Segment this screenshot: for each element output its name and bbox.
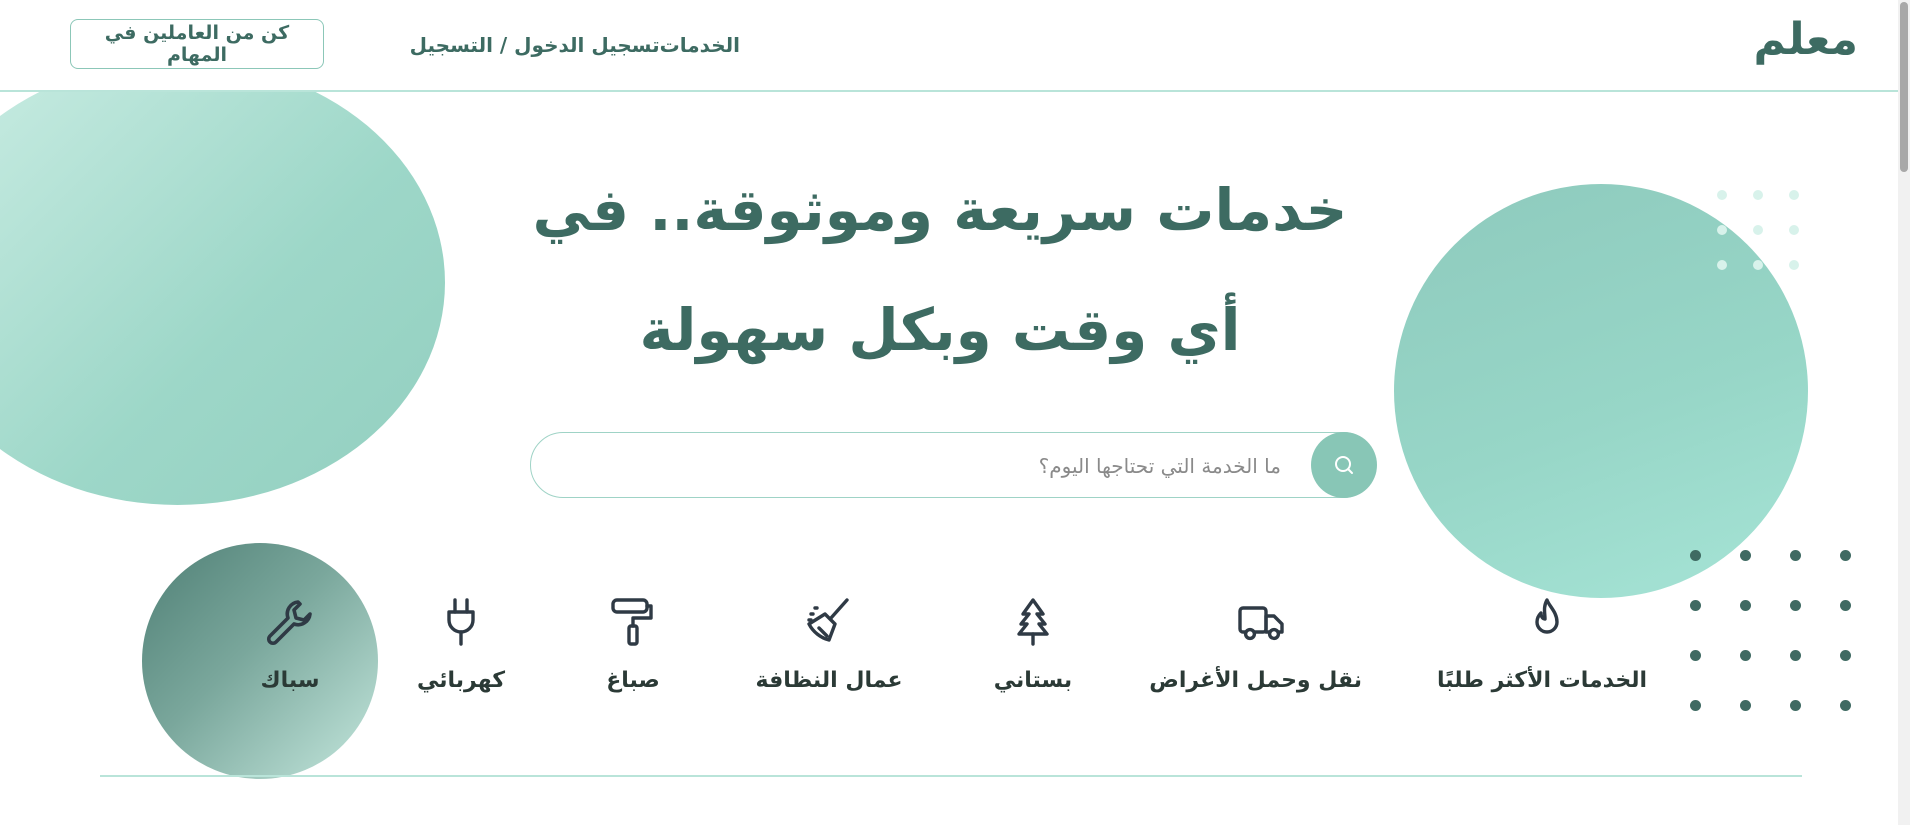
- category-most-requested[interactable]: الخدمات الأكثر طلبًا: [1437, 596, 1647, 693]
- search-icon: [1335, 456, 1353, 474]
- wrench-icon: [266, 600, 312, 646]
- category-plumber[interactable]: سباك: [190, 596, 390, 693]
- search-button[interactable]: [1311, 432, 1377, 498]
- search-bar: [530, 432, 1377, 498]
- header: معلم الخدمات تسجيل الدخول / التسجيل كن م…: [0, 0, 1898, 92]
- category-label: بستاني: [993, 668, 1073, 693]
- plug-icon: [447, 598, 475, 646]
- category-label: الخدمات الأكثر طلبًا: [1437, 668, 1647, 693]
- category-cleaners[interactable]: عمال النظافة: [729, 596, 929, 693]
- search-input[interactable]: [559, 433, 1283, 498]
- scrollbar[interactable]: [1898, 0, 1910, 825]
- section-divider: [100, 775, 1802, 777]
- fire-icon: [1535, 598, 1559, 634]
- join-as-worker-button[interactable]: كن من العاملين في المهام: [70, 19, 324, 69]
- hero-title: خدمات سريعة وموثوقة.. في أي وقت وبكل سهو…: [520, 150, 1360, 390]
- paint-roller-icon: [611, 598, 653, 646]
- decor-dots-light: [1717, 190, 1799, 270]
- category-gardener[interactable]: بستاني: [933, 596, 1133, 693]
- scrollbar-thumb[interactable]: [1900, 2, 1908, 172]
- main-nav: الخدمات تسجيل الدخول / التسجيل: [410, 0, 740, 90]
- category-painter[interactable]: صباغ: [533, 596, 733, 693]
- hero-title-line-1: خدمات سريعة وموثوقة.. في: [532, 176, 1348, 244]
- broom-icon: [807, 598, 849, 642]
- category-label: عمال النظافة: [755, 668, 903, 693]
- logo[interactable]: معلم: [1753, 18, 1858, 62]
- category-electrician[interactable]: كهربائي: [361, 596, 561, 693]
- category-moving[interactable]: نقل وحمل الأغراض: [1149, 596, 1362, 693]
- decor-dots-dark: [1690, 550, 1851, 711]
- tree-icon: [1017, 598, 1049, 646]
- truck-icon: [1238, 606, 1284, 641]
- hero-title-line-2: أي وقت وبكل سهولة: [639, 296, 1241, 364]
- page: معلم الخدمات تسجيل الدخول / التسجيل كن م…: [0, 0, 1910, 825]
- category-label: سباك: [260, 668, 320, 693]
- category-label: كهربائي: [416, 668, 506, 693]
- category-label: نقل وحمل الأغراض: [1149, 668, 1362, 693]
- decor-circle-left: [0, 60, 445, 505]
- nav-services-link[interactable]: الخدمات: [660, 33, 740, 57]
- nav-login-link[interactable]: تسجيل الدخول / التسجيل: [410, 33, 660, 57]
- category-label: صباغ: [606, 668, 660, 693]
